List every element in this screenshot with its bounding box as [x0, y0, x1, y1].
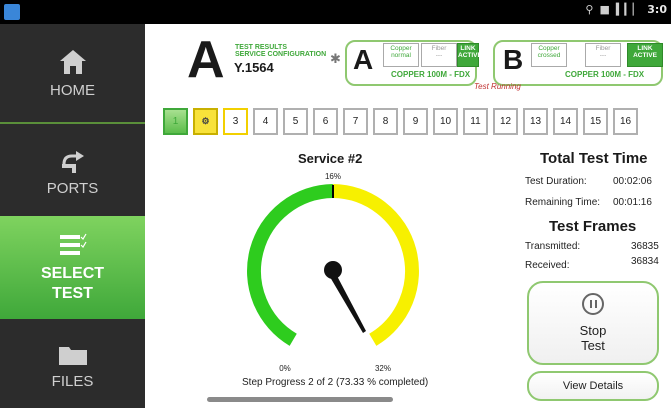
- gauge-top-label: 16%: [325, 172, 341, 181]
- port-a-speed: COPPER 100M - FDX: [391, 70, 471, 79]
- sync-icon: ⚲: [585, 3, 594, 16]
- sidebar-item-label: FILES: [51, 372, 94, 390]
- port-b-status[interactable]: B Copper crossed Fiber --- LINK ACTIVE C…: [493, 40, 663, 86]
- port-b-fiber-state: ---: [599, 52, 607, 59]
- step-5[interactable]: 5: [283, 108, 308, 135]
- status-icons: ⚲ ■ ▍▎▏ 3:0: [585, 3, 667, 16]
- ports-icon: [61, 150, 84, 173]
- stop-test-button[interactable]: Stop Test: [527, 281, 659, 365]
- port-a-link-indicator: LINK ACTIVE: [457, 43, 482, 67]
- sidebar-item-label: HOME: [50, 81, 95, 99]
- gauge-needle: [330, 274, 366, 333]
- received-value: 36834: [631, 256, 659, 267]
- remaining-time-label: Remaining Time:: [525, 197, 601, 208]
- sidebar-item-ports[interactable]: PORTS: [0, 128, 145, 214]
- sidebar-item-select-test[interactable]: SELECT TEST: [0, 216, 145, 319]
- horizontal-scrollbar[interactable]: [207, 397, 393, 402]
- sidebar-item-label-line1: SELECT: [40, 264, 105, 282]
- gauge-hub: [324, 261, 342, 279]
- status-bar: ⚲ ■ ▍▎▏ 3:0: [0, 0, 671, 24]
- step-11[interactable]: 11: [463, 108, 488, 135]
- port-a-fiber-indicator: Fiber ---: [421, 43, 457, 67]
- step-8[interactable]: 8: [373, 108, 398, 135]
- port-b-fiber-indicator: Fiber ---: [585, 43, 621, 67]
- sidebar-item-files[interactable]: FILES: [0, 324, 145, 408]
- port-a-fiber-label: Fiber: [431, 45, 447, 52]
- gauge-low-arc: [247, 184, 334, 346]
- step-10[interactable]: 10: [433, 108, 458, 135]
- transmitted-label: Transmitted:: [525, 241, 581, 252]
- port-b-link-label: LINK: [637, 45, 653, 52]
- port-a-status[interactable]: A Copper normal Fiber --- LINK ACTIVE CO…: [345, 40, 482, 86]
- home-icon: [59, 49, 86, 74]
- port-b-link-state: ACTIVE: [633, 52, 657, 59]
- received-label: Received:: [525, 260, 570, 271]
- port-b-speed: COPPER 100M - FDX: [565, 70, 645, 79]
- status-time: 3:0: [647, 3, 667, 16]
- port-b-letter: B: [503, 44, 524, 75]
- step-15[interactable]: 15: [583, 108, 608, 135]
- step-13[interactable]: 13: [523, 108, 548, 135]
- select-test-icon: [59, 233, 87, 255]
- total-test-time-title: Total Test Time: [540, 150, 648, 167]
- port-a-copper-state: normal: [391, 52, 411, 59]
- step-progress-text: Step Progress 2 of 2 (73.33 % completed): [242, 377, 429, 388]
- step-9[interactable]: 9: [403, 108, 428, 135]
- step-3[interactable]: 3: [223, 108, 248, 135]
- stop-test-label-line2: Test: [581, 338, 605, 353]
- step-16[interactable]: 16: [613, 108, 638, 135]
- port-a-letter: A: [353, 44, 374, 75]
- step-bar: 1 ⚙ 3 4 5 6 7 8 9 10 11 12 13 14 15 16: [163, 108, 638, 135]
- test-running-status: Test Running: [474, 82, 521, 91]
- step-14[interactable]: 14: [553, 108, 578, 135]
- port-a-copper-label: Copper: [390, 45, 412, 52]
- port-b-copper-indicator: Copper crossed: [531, 43, 567, 67]
- view-details-button[interactable]: View Details: [527, 371, 659, 401]
- network-icon: ■: [599, 3, 610, 16]
- remaining-time-value: 00:01:16: [613, 197, 652, 208]
- port-a-link-state: ACTIVE: [458, 52, 482, 59]
- gauge-high-arc: [332, 184, 419, 346]
- port-b-copper-label: Copper: [538, 45, 560, 52]
- test-duration-value: 00:02:06: [613, 176, 652, 187]
- sidebar-item-label: PORTS: [46, 179, 99, 197]
- step-2[interactable]: ⚙: [193, 108, 218, 135]
- test-duration-label: Test Duration:: [525, 176, 587, 187]
- port-b-link-indicator: LINK ACTIVE: [627, 43, 663, 67]
- gauge-max-label: 32%: [375, 364, 391, 373]
- bluetooth-icon: ✱: [330, 52, 341, 67]
- pause-icon: [582, 293, 604, 315]
- gear-icon: ⚙: [201, 116, 210, 126]
- step-6[interactable]: 6: [313, 108, 338, 135]
- stop-test-label-line1: Stop: [579, 323, 607, 338]
- port-letter-large: A: [187, 31, 225, 89]
- app-icon: [4, 4, 20, 20]
- step-4[interactable]: 4: [253, 108, 278, 135]
- gauge-min-label: 0%: [279, 364, 291, 373]
- main-panel: A TEST RESULTS SERVICE CONFIGURATION Y.1…: [145, 24, 671, 408]
- sidebar-item-label-line2: TEST: [52, 284, 93, 302]
- port-b-fiber-label: Fiber: [595, 45, 611, 52]
- transmitted-value: 36835: [631, 241, 659, 252]
- step-1[interactable]: 1: [163, 108, 188, 135]
- port-a-copper-indicator: Copper normal: [383, 43, 419, 67]
- step-12[interactable]: 12: [493, 108, 518, 135]
- service-title: Service #2: [298, 151, 363, 166]
- service-configuration-label: SERVICE CONFIGURATION: [235, 51, 327, 58]
- sidebar: HOME PORTS SELECT TEST FILES: [0, 24, 145, 408]
- signal-icon: ▍▎▏: [615, 3, 642, 16]
- gauge: 16% 0% 32%: [247, 172, 419, 373]
- sidebar-item-home[interactable]: HOME: [0, 24, 145, 124]
- folder-icon: [58, 346, 87, 365]
- port-a-fiber-state: ---: [435, 52, 443, 59]
- port-b-copper-state: crossed: [537, 52, 561, 59]
- port-a-link-label: LINK: [460, 45, 476, 52]
- standard-label: Y.1564: [234, 60, 274, 75]
- test-frames-title: Test Frames: [549, 218, 637, 235]
- step-7[interactable]: 7: [343, 108, 368, 135]
